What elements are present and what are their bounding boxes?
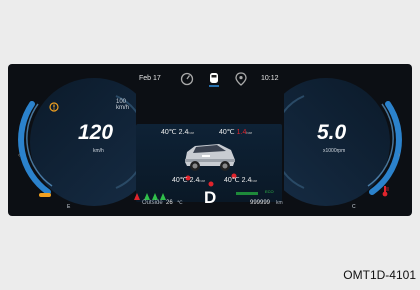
figure-caption: OMT1D-4101 [343, 268, 416, 282]
tire-pressure-warning: 1.4 [236, 129, 247, 136]
speed-value: 120 [78, 121, 114, 144]
tire-unit: bar [188, 130, 195, 135]
eco-badge: ECO [265, 189, 274, 194]
driver-assist-icons [132, 188, 168, 200]
speedometer-gauge: E 100 km/h 120 km/h ‹ [8, 64, 136, 216]
tire-marker-front-left [185, 168, 191, 181]
tire-pressure: 2.4 [189, 177, 200, 184]
odometer-value: 999999 [250, 200, 271, 206]
gauge-view-icon[interactable] [180, 72, 194, 86]
tire-unit: bar [199, 178, 206, 183]
speed-limit-text: 100 km/h [116, 99, 130, 111]
fuel-low-label: E [67, 204, 71, 210]
coolant-temp-icon [380, 184, 390, 197]
map-pin-icon[interactable] [235, 72, 247, 86]
tire-marker-rear [208, 174, 214, 187]
tachometer-gauge: 5.0 x1000rpm C › [284, 64, 412, 216]
odometer-unit: km [276, 200, 283, 206]
speed-unit: km/h [93, 148, 104, 154]
tire-marker-front-right [231, 166, 237, 179]
warning-indicator-icon [49, 99, 59, 112]
tire-pressure: 2.4 [178, 129, 189, 136]
tire-front-right: 40℃ 1.4bar [219, 128, 252, 136]
tire-rear-right: 40℃ 2.4bar [224, 176, 257, 184]
date-text: Feb 17 [139, 75, 161, 82]
tire-temp: 40℃ [219, 129, 235, 136]
outside-label: Outside [142, 200, 163, 206]
tire-pressure: 2.4 [241, 177, 252, 184]
tire-temp: 40℃ [161, 129, 177, 136]
tire-unit: bar [251, 178, 258, 183]
tire-unit: bar [246, 130, 253, 135]
rpm-value: 5.0 [317, 121, 347, 144]
instrument-cluster: Feb 17 10:12 E 100 km/h 120 km/h ‹ 40℃ 2… [8, 64, 412, 216]
tire-temp: 40℃ [224, 177, 240, 184]
clock-text: 10:12 [261, 75, 279, 82]
outside-temp: 26 [166, 200, 173, 206]
car-warning-icon [38, 186, 52, 197]
left-nav-icon[interactable]: ‹ [18, 152, 20, 159]
temp-low-label: C [352, 204, 356, 210]
eco-bar [236, 192, 258, 195]
right-nav-icon[interactable]: › [398, 152, 400, 159]
tire-front-left: 40℃ 2.4bar [161, 128, 194, 136]
outside-temp-unit: ℃ [177, 200, 183, 206]
tire-rear-left: 40℃ 2.4bar [172, 176, 205, 184]
rpm-unit: x1000rpm [323, 148, 346, 154]
tire-temp: 40℃ [172, 177, 188, 184]
car-view-icon[interactable] [207, 71, 221, 87]
gear-indicator: D [204, 188, 217, 207]
